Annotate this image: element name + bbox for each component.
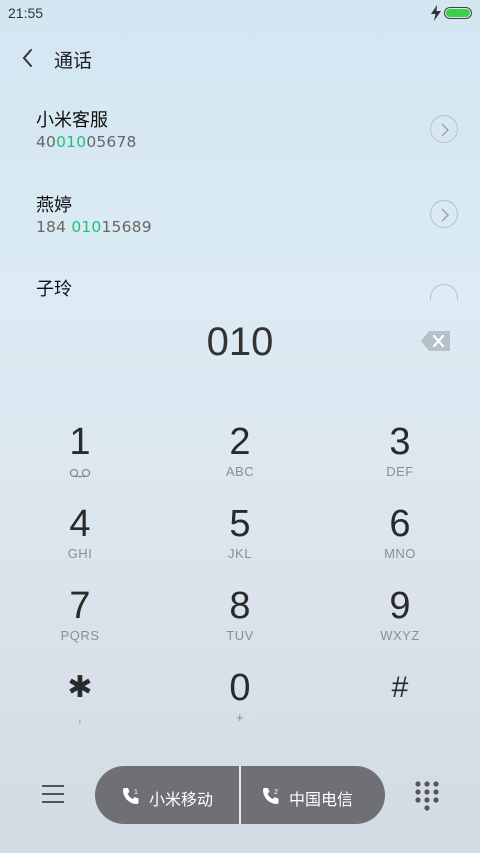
contact-name: 子玲 — [36, 279, 72, 300]
key-4[interactable]: 4 GHI — [0, 504, 160, 584]
contact-number: 4001005678 — [36, 133, 137, 151]
voicemail-icon — [69, 468, 91, 478]
key-9[interactable]: 9 WXYZ — [320, 586, 480, 666]
svg-text:2: 2 — [274, 789, 278, 796]
key-2[interactable]: 2 ABC — [160, 422, 320, 502]
contact-name: 燕婷 — [36, 195, 72, 216]
contact-detail-button[interactable] — [430, 115, 458, 143]
key-5[interactable]: 5 JKL — [160, 504, 320, 584]
page-title: 通话 — [54, 50, 93, 72]
status-bar: 21:55 — [0, 0, 480, 26]
call-sim1-button[interactable]: 1 小米移动 — [95, 766, 239, 824]
contact-item[interactable]: 子玲 — [0, 275, 480, 300]
number-match-highlight: 010 — [71, 218, 102, 236]
menu-icon[interactable] — [38, 780, 68, 808]
chevron-right-icon — [441, 208, 450, 222]
svg-text:1: 1 — [134, 789, 138, 796]
key-3[interactable]: 3 DEF — [320, 422, 480, 502]
key-7[interactable]: 7 PQRS — [0, 586, 160, 666]
call-buttons: 1 小米移动 2 中国电信 — [95, 766, 385, 824]
keypad-grid-icon[interactable] — [414, 781, 440, 811]
contact-item[interactable]: 小米客服 4001005678 — [0, 106, 480, 186]
contact-number: 184 01015689 — [36, 218, 152, 236]
entered-number: 010 — [206, 320, 274, 364]
backspace-icon[interactable] — [420, 330, 452, 352]
key-6[interactable]: 6 MNO — [320, 504, 480, 584]
header: 通话 — [0, 38, 480, 78]
battery-icon — [444, 7, 472, 19]
contact-item[interactable]: 燕婷 184 01015689 — [0, 191, 480, 271]
chevron-right-icon — [441, 123, 450, 137]
call-sim2-button[interactable]: 2 中国电信 — [241, 766, 385, 824]
key-0[interactable]: 0 + — [160, 668, 320, 748]
key-8[interactable]: 8 TUV — [160, 586, 320, 666]
phone-sim2-icon: 2 — [263, 788, 279, 804]
chevron-left-icon[interactable] — [16, 46, 40, 70]
phone-sim1-icon: 1 — [123, 788, 139, 804]
key-1[interactable]: 1 — [0, 422, 160, 502]
key-star[interactable]: ✱ , — [0, 668, 160, 748]
charging-bolt-icon — [431, 5, 441, 21]
contact-name: 小米客服 — [36, 110, 108, 131]
battery-level — [446, 9, 470, 17]
number-match-highlight: 010 — [56, 133, 87, 151]
contact-detail-button[interactable] — [430, 200, 458, 228]
status-time: 21:55 — [8, 5, 44, 21]
key-hash[interactable]: # — [320, 668, 480, 748]
contact-detail-button[interactable] — [430, 284, 458, 300]
